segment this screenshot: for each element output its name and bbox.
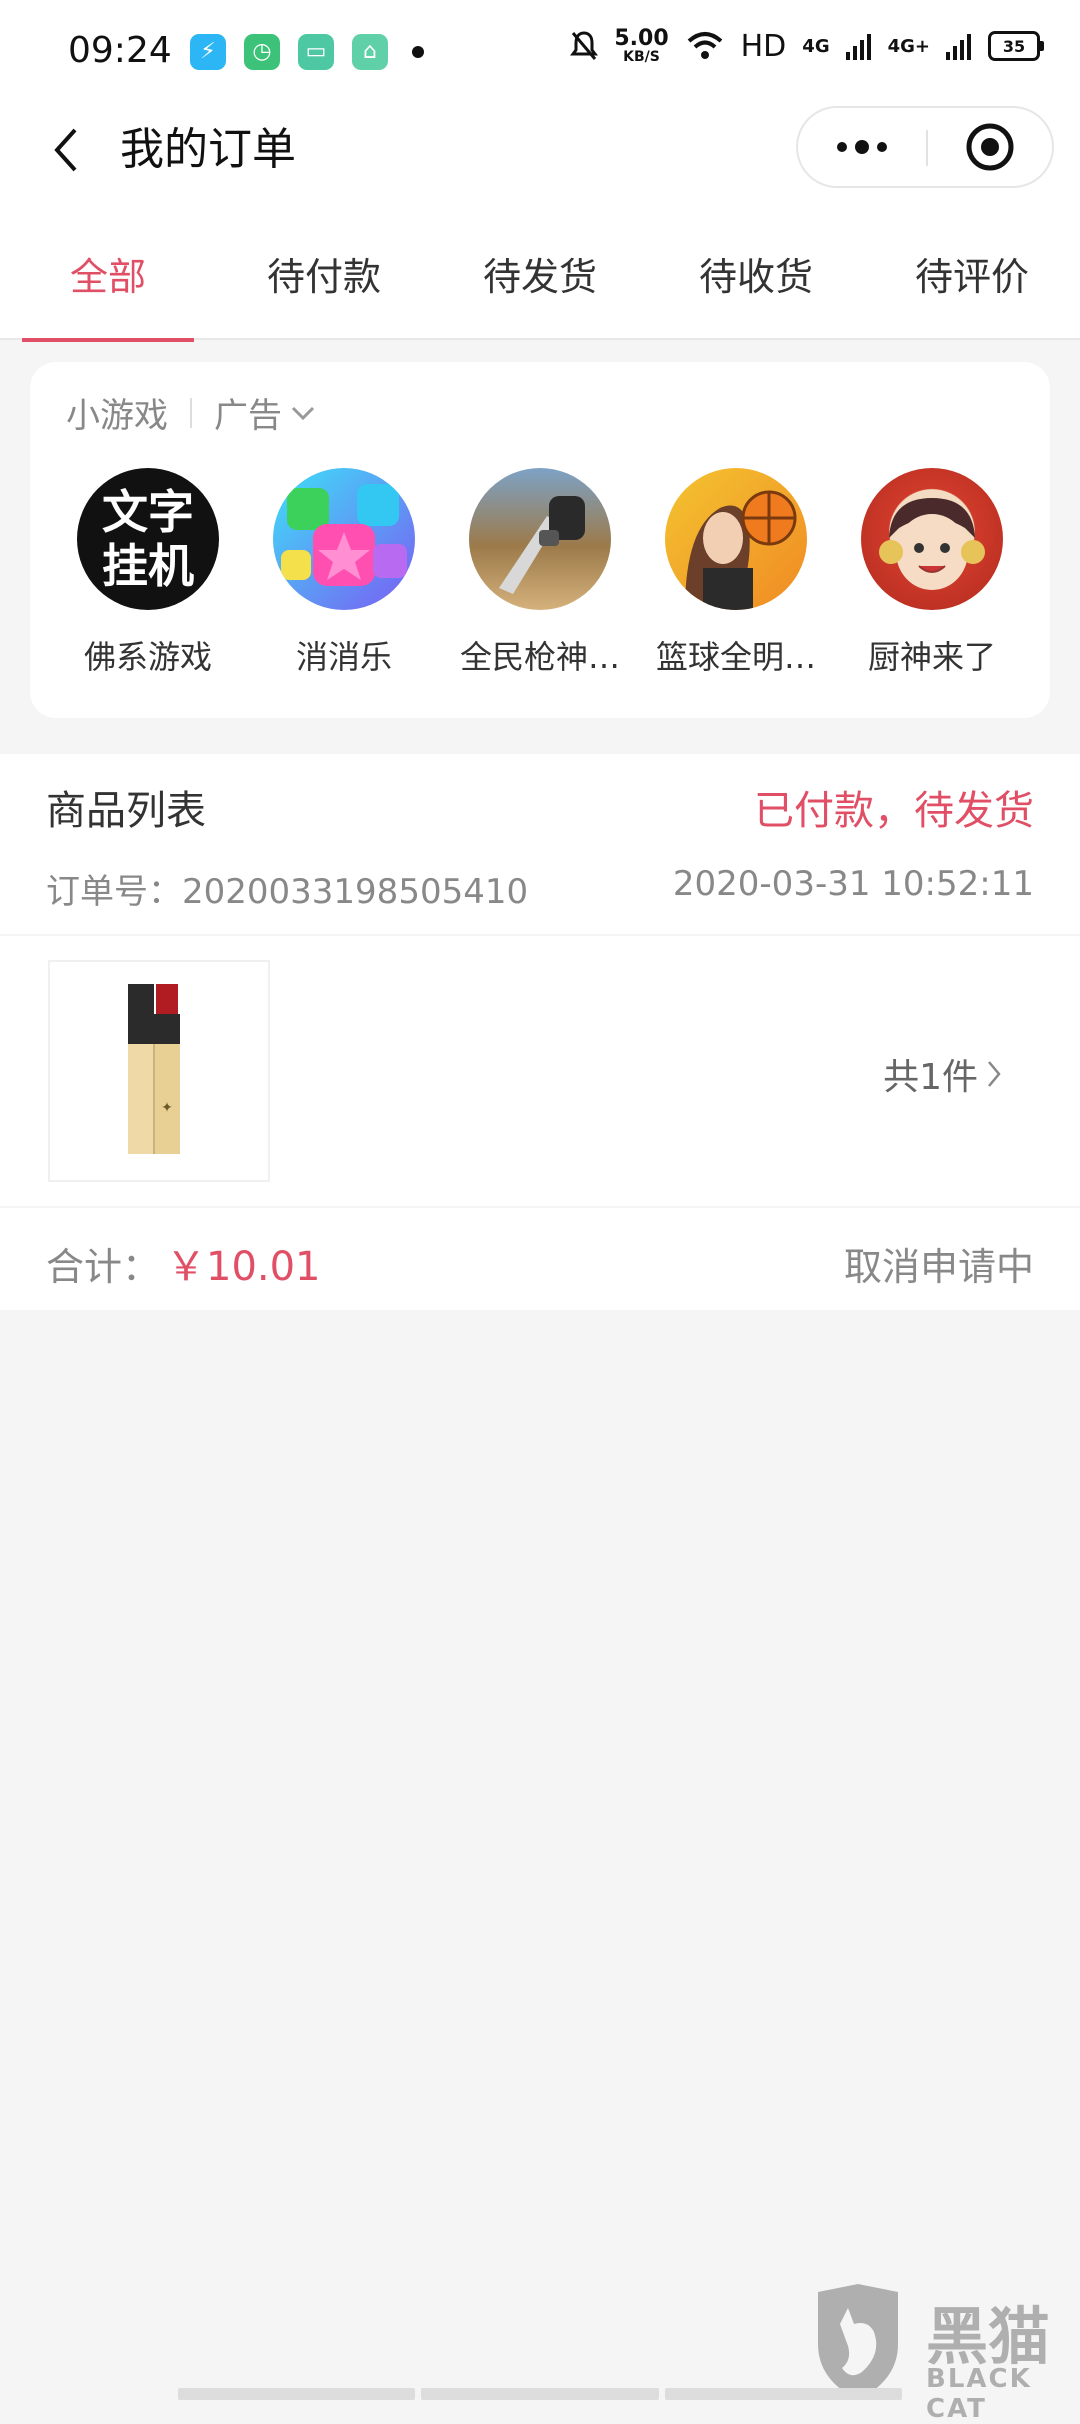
signal-2-icon [946,34,971,60]
status-time: 09:24 [68,30,172,71]
watermark-subtext: BLACK CAT [926,2364,1032,2424]
more-notifications-dot-icon [412,46,424,58]
mini-program-capsule [796,106,1054,188]
wifi-icon [687,32,722,59]
item-count-label: 共1件 [883,1057,978,1098]
mute-bell-icon [570,31,599,60]
game-item[interactable]: 篮球全明… [638,468,834,678]
order-footer: 合计： ￥10.01 取消申请中 [0,1208,1080,1310]
chef-game-icon [861,468,1003,610]
signal-4g-label: 4G [802,35,830,57]
gun-shooter-game-icon [469,468,611,610]
item-count[interactable]: 共1件 [883,1048,1002,1100]
cancel-request-status: 取消申请中 [843,1245,1034,1289]
order-number: 订单号：2020033198505410 [46,872,529,912]
message-app-icon: ▭ [298,34,334,70]
store-app-icon: ⌂ [352,34,388,70]
games-card-header: 小游戏 广告 [66,388,316,437]
order-time: 2020-03-31 10:52:11 [672,864,1034,904]
games-card-title: 小游戏 [66,396,168,436]
match-three-game-icon [273,468,415,610]
status-indicators: 5.00 KB/S HD 4G 4G+ 35 [570,26,1044,65]
chevron-down-icon[interactable] [290,405,316,421]
watermark-text: 黑猫 [926,2300,1051,2373]
tab-pending-shipment[interactable]: 待发货 [432,232,648,340]
tab-pending-review[interactable]: 待评价 [864,232,1080,340]
clock-app-icon: ◷ [244,34,280,70]
product-thumbnail: ✦ [48,960,270,1182]
goods-list-label: 商品列表 [46,788,206,834]
chevron-right-icon [988,1061,1001,1087]
game-name: 篮球全明… [655,638,816,676]
status-bar: 09:24 ⚡ ◷ ▭ ⌂ 5.00 KB/S HD 4G 4G+ 35 [0,0,1080,100]
more-menu-button[interactable] [798,108,926,186]
game-name: 佛系游戏 [83,638,212,676]
back-button[interactable] [36,120,96,180]
game-item[interactable]: 文字 挂机 佛系游戏 [50,468,246,678]
order-header: 商品列表 已付款，待发货 订单号：2020033198505410 2020-0… [0,754,1080,934]
text-idle-game-icon: 文字 挂机 [77,468,219,610]
order-item-row[interactable]: ✦ 共1件 [0,936,1080,1206]
game-name: 消消乐 [295,638,392,676]
game-item[interactable]: 全民枪神… [442,468,638,678]
order-tabs: 全部 待付款 待发货 待收货 待评价 [0,232,1080,342]
game-name: 厨神来了 [867,638,996,676]
signal-4g-plus-label: 4G+ [887,35,930,57]
nav-bar: 我的订单 [0,100,1080,200]
blackcat-watermark: 黑猫 BLACK CAT [808,2284,1080,2424]
order-status: 已付款，待发货 [754,788,1034,834]
total-label: 合计： [46,1245,161,1289]
close-mini-program-button[interactable] [928,108,1052,186]
tab-pending-payment[interactable]: 待付款 [216,232,432,340]
notification-icons: ⚡ ◷ ▭ ⌂ [190,34,424,70]
page-title: 我的订单 [120,124,296,175]
cat-shield-logo-icon [818,2284,898,2400]
game-item[interactable]: 消消乐 [246,468,442,678]
ad-label[interactable]: 广告 [214,388,282,437]
hd-indicator: HD [740,28,787,64]
more-dots-icon [837,140,887,154]
svg-text:✦: ✦ [161,1101,173,1116]
game-name: 全民枪神… [459,638,620,676]
mini-games-card: 小游戏 广告 文字 挂机 佛系游戏 消消乐 全民枪神… 篮球全明… 厨神来了 [30,362,1050,718]
basketball-game-icon [665,468,807,610]
chevron-left-icon [54,128,77,172]
total-amount: ￥10.01 [166,1244,321,1290]
tab-all[interactable]: 全部 [0,232,216,342]
signal-icon [845,34,871,60]
target-circle-icon [966,123,1014,171]
tab-pending-receipt[interactable]: 待收货 [648,232,864,340]
games-list: 文字 挂机 佛系游戏 消消乐 全民枪神… 篮球全明… 厨神来了 [50,468,1030,678]
game-item[interactable]: 厨神来了 [834,468,1030,678]
bottom-handle [178,2388,902,2400]
header-separator [190,397,192,428]
shield-app-icon: ⚡ [190,34,226,70]
network-speed: 5.00 KB/S [614,26,669,65]
battery-icon: 35 [988,31,1044,61]
